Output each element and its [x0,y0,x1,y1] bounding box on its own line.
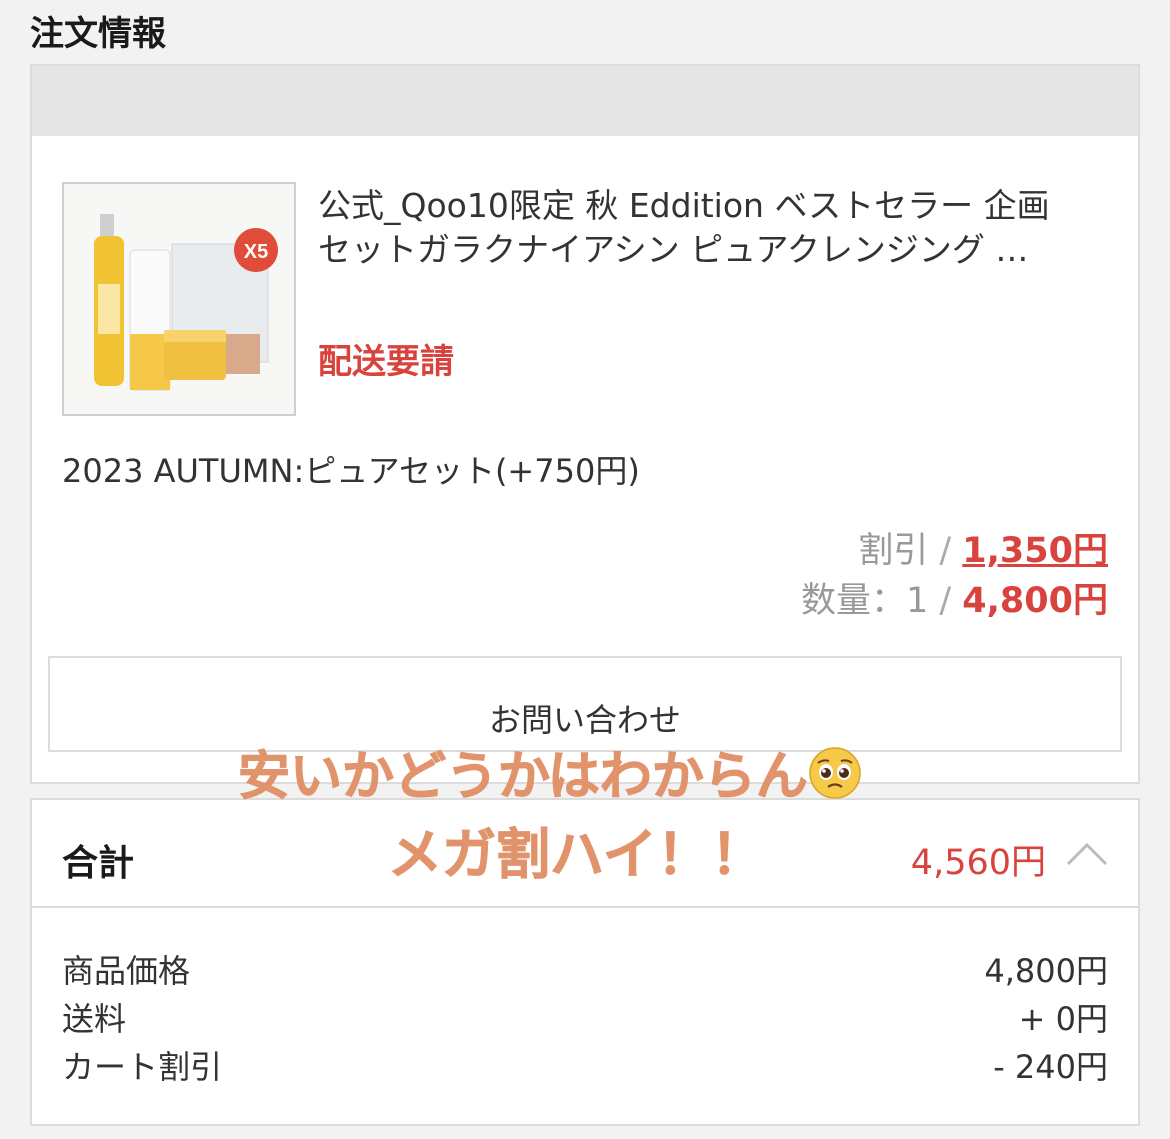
quantity-label: 数量：1 [800,581,929,621]
row-label: 商品価格 [62,952,191,990]
product-name[interactable]: 公式_Qoo10限定 秋 Eddition ベストセラー 企画 セットガラクナイ… [318,184,1108,272]
product-option: 2023 AUTUMN:ピュアセット(+750円) [62,452,640,490]
row-value: - 240円 [993,1048,1108,1086]
row-label: カート割引 [62,1048,223,1086]
order-status: 配送要請 [318,342,454,382]
discount-line: 割引 / 1,350円 [858,522,1108,573]
row-value: 4,800円 [984,952,1108,990]
section-title: 注文情報 [30,14,166,54]
row-value: + 0円 [1018,1000,1108,1038]
chevron-up-icon[interactable] [1064,834,1110,874]
overlay-caption-1: 安いかどうかはわからん [238,734,862,809]
discount-label: 割引 [858,531,929,571]
discount-value: 1,350円 [962,531,1108,571]
product-name-line-2: セットガラクナイアシン ピュアクレンジング … [318,230,1029,269]
quantity-line: 数量：1 / 4,800円 [801,572,1108,623]
discount-separator: / [928,531,963,571]
pleading-face-icon [809,747,861,799]
shop-header[interactable] [32,66,1138,136]
row-label: 送料 [62,1000,127,1038]
product-image: X5 [64,184,294,414]
total-amount: 4,560円 [910,843,1046,883]
overlay-text-1: 安いかどうかはわからん [238,747,809,808]
quantity-price: 4,800円 [962,581,1108,621]
order-card: X5 公式_Qoo10限定 秋 Eddition ベストセラー 企画 セットガラ… [30,64,1140,784]
x5-badge: X5 [244,241,268,263]
quantity-separator: / [928,581,963,621]
total-label: 合計 [62,843,135,884]
product-name-line-1: 公式_Qoo10限定 秋 Eddition ベストセラー 企画 [318,186,1050,225]
overlay-caption-2: メガ割ハイ！！ [388,823,766,887]
product-thumbnail[interactable]: X5 [62,182,296,416]
